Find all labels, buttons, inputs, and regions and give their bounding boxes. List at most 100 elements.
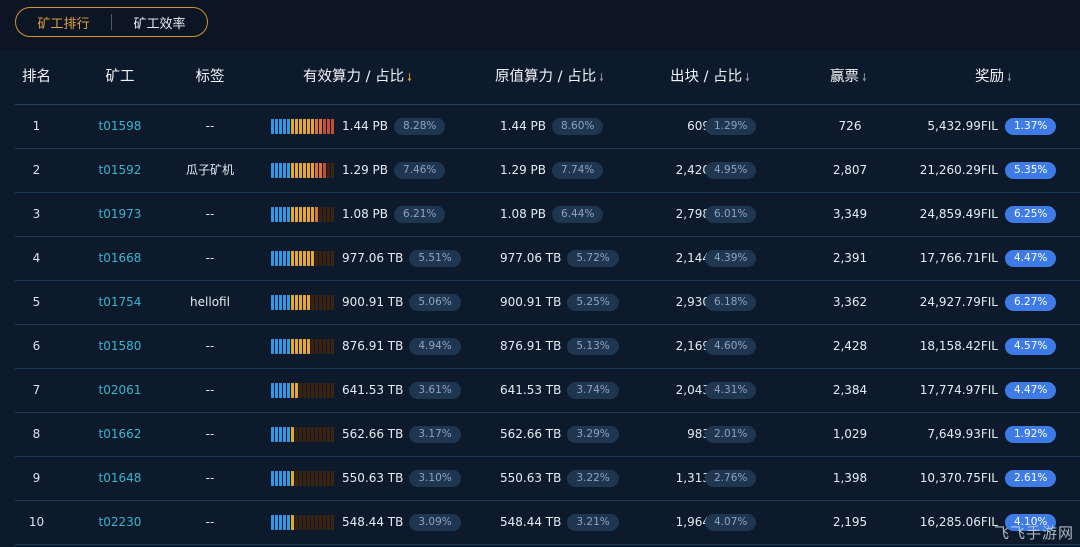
miner-link[interactable]: t02061 — [80, 369, 160, 412]
effective-power-cell: 900.91 TB 5.06% — [342, 281, 461, 324]
miner-link[interactable]: t01648 — [80, 457, 160, 500]
power-bar-segment — [271, 251, 274, 266]
power-bar-segment — [331, 119, 334, 134]
tag-cell: -- — [205, 383, 215, 397]
effective-power-value: 900.91 TB — [342, 295, 404, 309]
power-bar-segment — [271, 163, 274, 178]
header-tickets[interactable]: 赢票 🠗 — [830, 50, 867, 104]
power-bar-segment — [311, 163, 314, 178]
effective-power-pct: 3.10% — [409, 470, 461, 487]
power-bar — [271, 207, 334, 222]
power-bar-segment — [331, 251, 334, 266]
power-bar-segment — [271, 295, 274, 310]
raw-power-pct: 5.13% — [567, 338, 619, 355]
power-bar-segment — [323, 163, 326, 178]
table-row[interactable]: 10 t02230 -- 548.44 TB 3.09% 548.44 TB 3.21% 1,… — [15, 501, 1080, 545]
table-row[interactable]: 1 t01598 -- 1.44 PB 8.28% 1.44 PB 8.60% 609 1.29… — [15, 105, 1080, 149]
table-row[interactable]: 8 t01662 -- 562.66 TB 3.17% 562.66 TB 3.29% 983… — [15, 413, 1080, 457]
sort-down-icon[interactable]: 🠗 — [862, 51, 867, 105]
reward-value: 17,774.97FIL — [919, 383, 998, 397]
effective-power-value: 876.91 TB — [342, 339, 404, 353]
reward-pct: 4.47% — [1005, 382, 1057, 399]
power-bar-segment — [287, 471, 290, 486]
header-blocks[interactable]: 出块 / 占比 🠗 — [670, 50, 750, 104]
power-bar-segment — [287, 163, 290, 178]
header-raw-power[interactable]: 原值算力 / 占比 🠗 — [495, 50, 604, 104]
raw-power-value: 900.91 TB — [500, 295, 562, 309]
power-bar-segment — [291, 251, 294, 266]
power-bar-segment — [307, 207, 310, 222]
blocks-pct-cell: 4.39% — [705, 237, 757, 280]
power-bar-segment — [275, 471, 278, 486]
effective-power-value: 548.44 TB — [342, 515, 404, 529]
raw-power-cell: 1.08 PB 6.44% — [500, 193, 604, 236]
raw-power-cell: 876.91 TB 5.13% — [500, 325, 619, 368]
miner-link[interactable]: t01973 — [80, 193, 160, 236]
power-bar-segment — [319, 339, 322, 354]
table-row[interactable]: 4 t01668 -- 977.06 TB 5.51% 977.06 TB 5.72% 2,1… — [15, 237, 1080, 281]
effective-power-pct: 3.61% — [409, 382, 461, 399]
sort-down-icon[interactable]: 🠗 — [745, 51, 750, 105]
table-row[interactable]: 5 t01754 hellofil 900.91 TB 5.06% 900.91 TB 5.… — [15, 281, 1080, 325]
power-bar-segment — [307, 427, 310, 442]
tab-miner-ranking[interactable]: 矿工排行 — [16, 13, 111, 32]
raw-power-pct: 5.25% — [567, 294, 619, 311]
power-bar-segment — [323, 471, 326, 486]
effective-power-value: 1.08 PB — [342, 207, 389, 221]
table-row[interactable]: 9 t01648 -- 550.63 TB 3.10% 550.63 TB 3.22% 1,3… — [15, 457, 1080, 501]
miner-link[interactable]: t01754 — [80, 281, 160, 324]
blocks-pct: 2.01% — [705, 426, 757, 443]
power-bar-segment — [283, 427, 286, 442]
table-row[interactable]: 6 t01580 -- 876.91 TB 4.94% 876.91 TB 5.13% 2,1… — [15, 325, 1080, 369]
tab-miner-efficiency[interactable]: 矿工效率 — [112, 13, 207, 32]
miner-link[interactable]: t01592 — [80, 149, 160, 192]
reward-pct: 4.47% — [1005, 250, 1057, 267]
power-bar-segment — [279, 207, 282, 222]
power-bar-segment — [327, 383, 330, 398]
tickets-value: 726 — [838, 119, 862, 133]
power-bar-segment — [295, 383, 298, 398]
miner-link[interactable]: t01580 — [80, 325, 160, 368]
miner-link[interactable]: t01662 — [80, 413, 160, 456]
power-bar-segment — [271, 339, 274, 354]
power-bar-segment — [275, 163, 278, 178]
table-row[interactable]: 7 t02061 -- 641.53 TB 3.61% 641.53 TB 3.74% 2,0… — [15, 369, 1080, 413]
raw-power-cell: 1.29 PB 7.74% — [500, 149, 604, 192]
tag-cell: hellofil — [190, 295, 230, 309]
power-bar-segment — [311, 515, 314, 530]
blocks-value: 609 — [687, 119, 710, 133]
effective-power-cell: 641.53 TB 3.61% — [342, 369, 461, 412]
raw-power-pct: 3.21% — [567, 514, 619, 531]
table-row[interactable]: 2 t01592 瓜子矿机 1.29 PB 7.46% 1.29 PB 7.74% 2,420… — [15, 149, 1080, 193]
power-bar-segment — [311, 383, 314, 398]
header-effective-power-label: 有效算力 / 占比 — [303, 69, 405, 85]
header-effective-power[interactable]: 有效算力 / 占比 🠗 — [303, 50, 412, 104]
power-bar-segment — [307, 339, 310, 354]
miner-link[interactable]: t02230 — [80, 501, 160, 544]
sort-down-icon[interactable]: 🠗 — [599, 51, 604, 105]
blocks-value: 2,043 — [675, 383, 710, 397]
header-rewards[interactable]: 奖励 🠗 — [975, 50, 1012, 104]
sort-down-icon[interactable]: 🠗 — [1007, 51, 1012, 105]
power-bar-segment — [307, 119, 310, 134]
reward-value: 16,285.06FIL — [919, 515, 998, 529]
miner-link[interactable]: t01598 — [80, 105, 160, 148]
tickets-value: 2,391 — [832, 251, 868, 265]
power-bar-segment — [303, 119, 306, 134]
miner-link[interactable]: t01668 — [80, 237, 160, 280]
raw-power-cell: 562.66 TB 3.29% — [500, 413, 619, 456]
power-bar-segment — [291, 295, 294, 310]
raw-power-pct: 7.74% — [552, 162, 604, 179]
power-bar-segment — [307, 163, 310, 178]
power-bar — [271, 383, 334, 398]
effective-power-cell: 977.06 TB 5.51% — [342, 237, 461, 280]
power-bar-segment — [303, 427, 306, 442]
power-bar-segment — [271, 427, 274, 442]
sort-down-icon[interactable]: 🠗 — [407, 51, 412, 105]
reward-pct: 4.57% — [1005, 338, 1057, 355]
rank-cell: 5 — [32, 295, 41, 309]
power-bar-segment — [319, 515, 322, 530]
blocks-pct: 4.95% — [705, 162, 757, 179]
table-row[interactable]: 3 t01973 -- 1.08 PB 6.21% 1.08 PB 6.44% 2,798 6.… — [15, 193, 1080, 237]
power-bar-segment — [303, 471, 306, 486]
